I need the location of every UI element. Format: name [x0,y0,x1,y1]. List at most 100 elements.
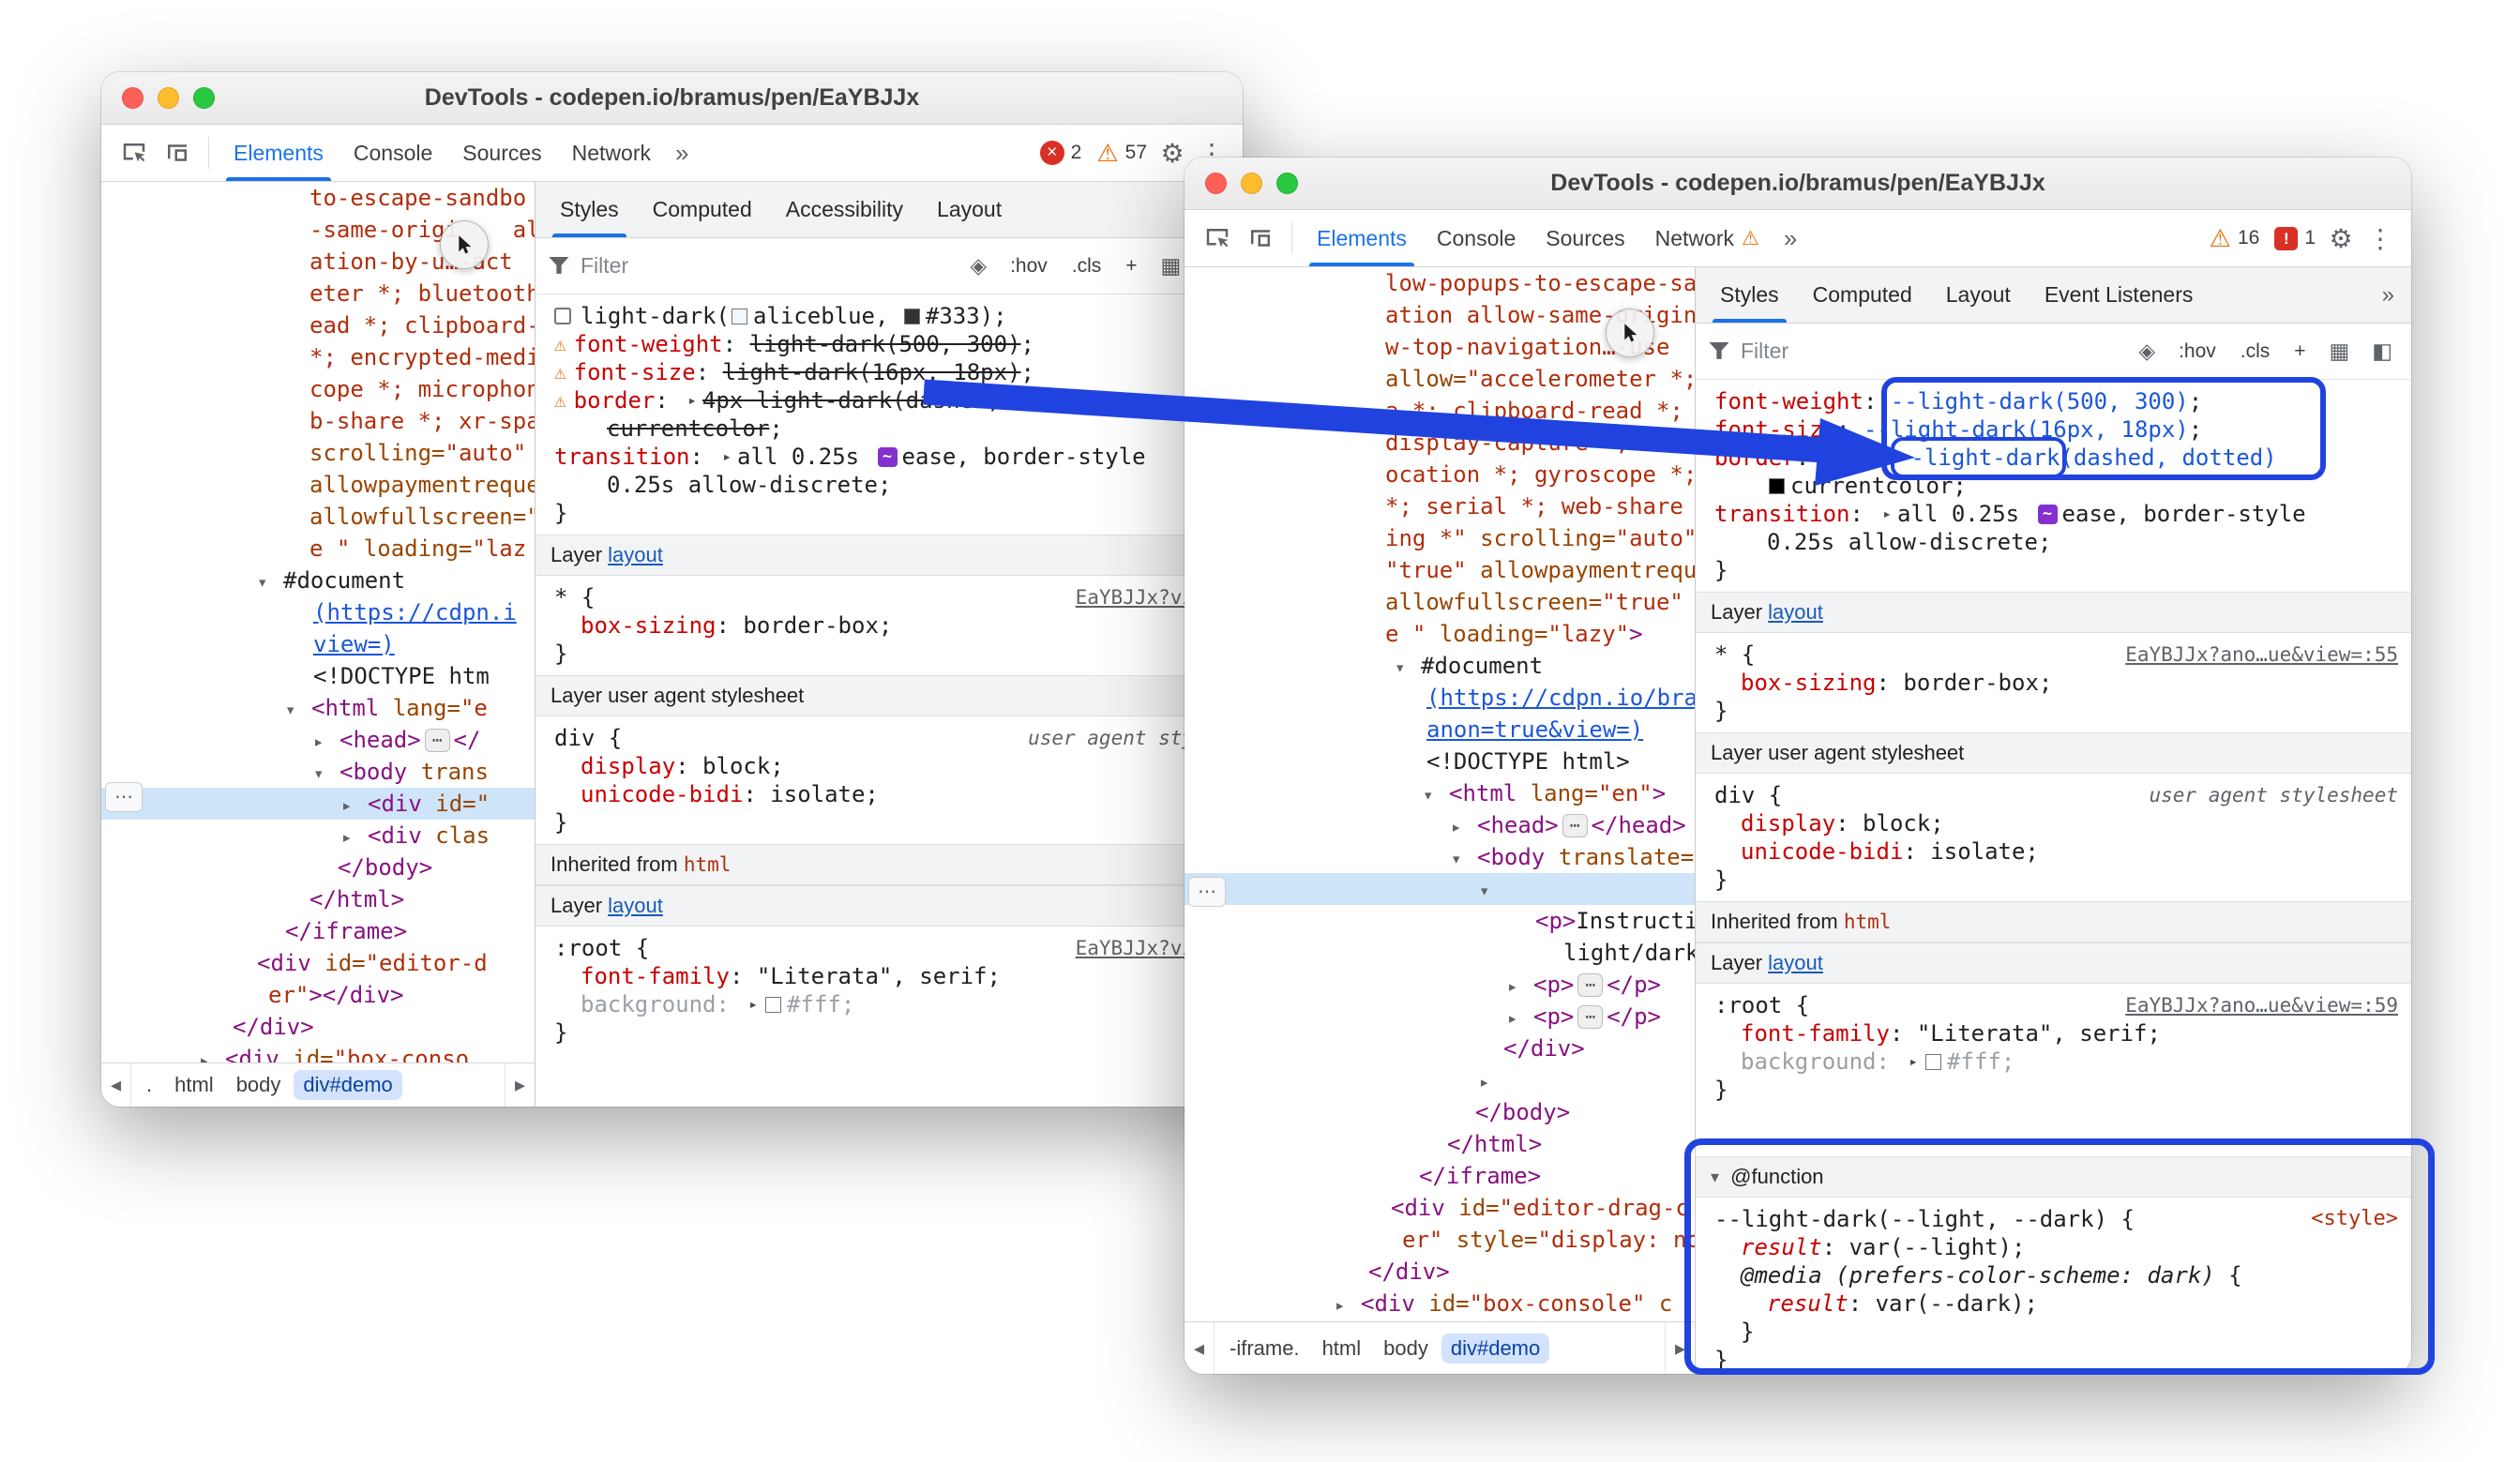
tab-elements[interactable]: Elements [219,125,339,181]
overflow-pill-button[interactable]: ⋯ [1188,877,1226,907]
dom-tree-row[interactable]: allowpaymentreque [101,469,535,501]
expand-arrow-icon[interactable]: ▸ [1877,500,1897,528]
settings-button[interactable]: ⚙ [2321,217,2361,260]
toggle-classes-button[interactable]: .cls [2234,340,2277,363]
dom-tree-row[interactable]: allow="accelerometer *; [1185,363,1695,395]
style-declaration-row[interactable]: 0.25s allow-discrete; [554,471,1230,499]
style-declaration-row[interactable]: font-family: "Literata", serif; [554,962,1230,990]
warn-badge[interactable]: ⚠16 [2210,226,2260,250]
panel-tab-event-listeners[interactable]: Event Listeners [2028,267,2211,323]
dom-link[interactable]: (https://cdpn.io/bram [1426,685,1695,711]
error-badge[interactable]: ×2 [1040,141,1082,165]
dom-tree-row[interactable]: eter *; bluetooth [101,278,535,309]
style-declaration-row[interactable]: --light-dark(--light, --dark) {<style> [1714,1205,2398,1233]
twisty-icon[interactable]: ▾ [257,566,283,596]
bezier-editor-icon[interactable]: ~ [878,447,898,467]
style-declaration-row[interactable]: display: block; [554,752,1230,780]
expand-arrow-icon[interactable]: ▸ [1903,1048,1924,1076]
dom-tree-row[interactable]: ▸<div id=" [101,788,535,820]
toggle-hover-state-button[interactable]: :hov [1003,255,1054,278]
layer-link[interactable]: layout [1768,600,1823,625]
style-declaration-row[interactable]: box-sizing: border-box; [1714,669,2398,697]
bezier-editor-icon[interactable]: ~ [2038,505,2058,524]
style-declaration-row[interactable]: } [554,640,1230,668]
style-declaration-row[interactable]: * {EaYBJJx?view= [554,583,1230,611]
ellipsis-button[interactable]: ⋯ [425,729,450,752]
style-declaration-row[interactable]: result: var(--dark); [1714,1289,2398,1318]
style-declaration-row[interactable]: font-weight: --light-dark(500, 300); [1714,387,2398,415]
style-declaration-row[interactable]: transition: ▸all 0.25s ~ease, border-sty… [1714,500,2398,528]
tab-network[interactable]: Network⚠ [1640,210,1774,266]
element-states-icon[interactable]: ◈ [2133,339,2161,364]
style-declaration-row[interactable]: 0.25s allow-discrete; [1714,528,2398,556]
style-declaration-row[interactable]: @media (prefers-color-scheme: dark) { [1714,1261,2398,1289]
window-titlebar[interactable]: DevTools - codepen.io/bramus/pen/EaYBJJx [101,72,1243,125]
dom-tree-row[interactable]: *; encrypted-medi [101,341,535,373]
tab-sources[interactable]: Sources [447,125,556,181]
dom-tree-row[interactable]: e " loading="lazy"> [1185,618,1695,650]
breadcrumb-item[interactable]: body [1374,1334,1438,1364]
breadcrumb-item[interactable]: html [165,1070,223,1100]
twisty-icon[interactable]: ▸ [341,821,368,852]
device-toolbar-button[interactable] [1239,217,1282,260]
css-property[interactable]: font-family [1741,1019,1890,1048]
css-property[interactable]: font-family [581,962,730,990]
inspect-element-button[interactable] [1196,217,1239,260]
panel-tab-styles[interactable]: Styles [543,182,636,237]
breadcrumb-item[interactable]: . [137,1070,161,1100]
dom-tree-row[interactable]: "true" allowpaymentrequ [1185,554,1695,586]
grid-overlay-icon[interactable]: ▦ [1155,253,1187,279]
color-swatch[interactable] [765,997,781,1013]
css-property[interactable]: unicode-bidi [1741,837,1903,866]
css-property[interactable]: border [1714,444,1796,472]
css-property[interactable]: box-sizing [1741,669,1877,697]
css-var-link-highlighted[interactable]: --light-dark [1897,444,2060,472]
dom-tree-row[interactable]: <!DOCTYPE html> [1185,746,1695,777]
style-declaration-row[interactable]: border: ▸4px --light-dark(dashed, dotted… [1714,444,2398,472]
computed-sidebar-toggle-icon[interactable]: ◧ [2366,339,2398,364]
css-property[interactable]: unicode-bidi [581,780,743,808]
expand-arrow-icon[interactable]: ▸ [717,443,737,471]
breadcrumb-item[interactable]: div#demo [1441,1334,1549,1364]
dom-link[interactable]: anon=true&view=) [1426,716,1643,743]
style-declaration-row[interactable]: currentcolor; [1714,472,2398,500]
style-declaration-row[interactable]: } [554,1018,1230,1047]
customize-menu-button[interactable]: ⋮ [2361,217,2400,260]
css-property[interactable]: font-size [574,358,696,386]
expand-arrow-icon[interactable]: ▸ [743,990,763,1018]
breadcrumb-item[interactable]: -iframe. [1220,1334,1309,1364]
breadcrumb-scroll-left-button[interactable]: ◂ [1185,1322,1215,1374]
style-declaration-row[interactable]: transition: ▸all 0.25s ~ease, border-sty… [554,443,1230,471]
dom-tree-row[interactable]: <!DOCTYPE htm [101,660,535,692]
breadcrumb-item[interactable]: div#demo [294,1070,401,1100]
breadcrumb-scroll-right-button[interactable]: ▸ [1665,1322,1695,1374]
style-declaration-row[interactable]: } [1714,1318,2398,1346]
style-declaration-row[interactable]: :root {EaYBJJx?ano…ue&view=:59 [1714,991,2398,1019]
style-declaration-row[interactable]: } [1714,866,2398,894]
twisty-icon[interactable]: ▸ [1507,1002,1533,1032]
overflow-pill-button[interactable]: ⋯ [105,782,143,812]
css-property[interactable]: font-size [1714,415,1836,444]
dom-tree-row[interactable]: </html> [101,883,535,915]
panel-tab-computed[interactable]: Computed [1796,267,1929,323]
expand-arrow-icon[interactable]: ▸ [682,386,702,414]
new-style-rule-button[interactable]: + [2287,340,2312,363]
close-button[interactable] [1205,173,1227,194]
style-declaration-row[interactable]: result: var(--light); [1714,1233,2398,1261]
dom-tree-row[interactable]: e " loading="laz [101,533,535,565]
style-declaration-row[interactable]: ⚠font-weight: light-dark(500, 300); [554,330,1230,358]
dom-tree-row[interactable]: </iframe> [101,915,535,947]
style-declaration-row[interactable]: font-family: "Literata", serif; [1714,1019,2398,1048]
more-tabs-button[interactable]: » [1774,224,1806,253]
close-button[interactable] [122,87,143,109]
dom-link[interactable]: (https://cdpn.i [313,599,517,625]
dom-tree-row[interactable]: a *; clipboard-read *; [1185,395,1695,427]
style-declaration-row[interactable]: ⚠border: ▸4px light-dark(dashed, dotted) [554,386,1230,414]
twisty-icon[interactable]: ▾ [1395,652,1421,682]
breadcrumb-scroll-right-button[interactable]: ▸ [505,1063,535,1107]
dom-tree-row[interactable]: </iframe> [1185,1160,1695,1192]
more-panels-button[interactable]: » [2373,282,2404,309]
minimize-button[interactable] [158,87,179,109]
style-declaration-row[interactable]: unicode-bidi: isolate; [1714,837,2398,866]
minimize-button[interactable] [1241,173,1262,194]
